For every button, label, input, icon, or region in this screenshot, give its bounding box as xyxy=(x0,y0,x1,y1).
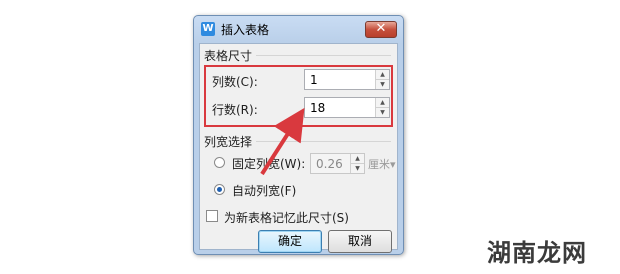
watermark: 湖南龙网 xyxy=(487,238,587,267)
arrow-line xyxy=(260,107,305,176)
